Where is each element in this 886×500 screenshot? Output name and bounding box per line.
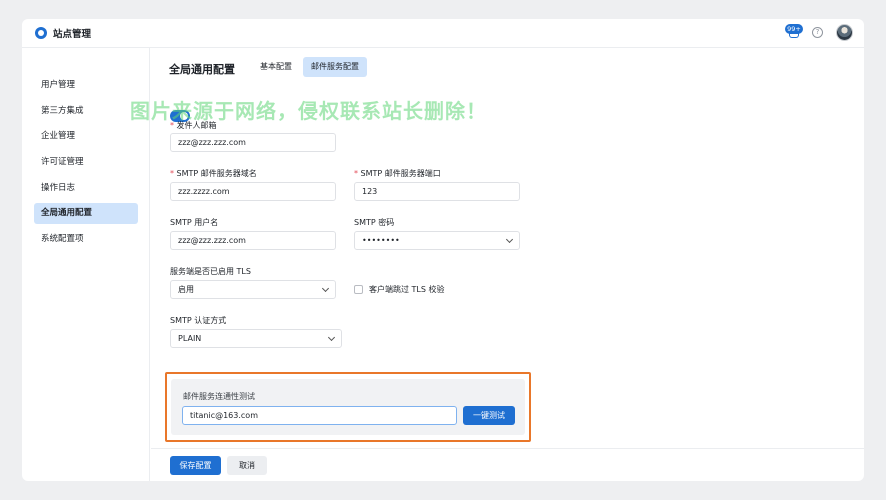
top-bar: 站点管理 99+ ? xyxy=(22,19,864,48)
smtp-user-label: SMTP 用户名 xyxy=(170,218,219,227)
tls-select-value: 启用 xyxy=(178,285,194,294)
app-window: 站点管理 99+ ? 用户管理 第三方集成 企业管理 许可证管理 操作日志 全局… xyxy=(22,19,864,481)
password-value: •••••••• xyxy=(362,236,400,245)
cancel-button[interactable]: 取消 xyxy=(227,456,267,475)
smtp-domain-input[interactable]: zzz.zzzz.com xyxy=(170,182,336,201)
sidebar-item-users[interactable]: 用户管理 xyxy=(34,75,138,96)
auth-method-label: SMTP 认证方式 xyxy=(170,316,227,325)
avatar[interactable] xyxy=(836,24,853,41)
app-title: 站点管理 xyxy=(53,29,92,40)
test-email-input[interactable]: titanic@163.com xyxy=(182,406,457,425)
sidebar-item-global-config[interactable]: 全局通用配置 xyxy=(34,203,138,224)
notification-bell-icon[interactable]: 99+ xyxy=(785,24,803,39)
form-footer: 保存配置 取消 xyxy=(151,448,864,481)
skip-tls-label: 客户端跳过 TLS 校验 xyxy=(369,285,445,294)
tls-select[interactable]: 启用 xyxy=(170,280,336,299)
auth-method-value: PLAIN xyxy=(178,334,202,343)
tab-basic-config[interactable]: 基本配置 xyxy=(252,57,300,77)
smtp-user-input[interactable]: zzz@zzz.zzz.com xyxy=(170,231,336,250)
connectivity-test-highlight: 邮件服务连通性测试 titanic@163.com 一键测试 xyxy=(165,372,531,442)
chevron-down-icon xyxy=(321,284,330,293)
tls-label: 服务端是否已启用 TLS xyxy=(170,267,251,276)
save-config-button[interactable]: 保存配置 xyxy=(170,456,221,475)
smtp-port-input[interactable]: 123 xyxy=(354,182,520,201)
test-button[interactable]: 一键测试 xyxy=(463,406,515,425)
app-logo-icon xyxy=(35,27,47,39)
chevron-down-icon xyxy=(505,235,514,244)
bell-base xyxy=(789,33,799,38)
tab-mail-config[interactable]: 邮件服务配置 xyxy=(303,57,367,77)
help-icon[interactable]: ? xyxy=(812,27,823,38)
watermark-text: 图片来源于网络，侵权联系站长删除！ xyxy=(130,99,487,123)
auth-method-select[interactable]: PLAIN xyxy=(170,329,342,348)
sender-email-input[interactable]: zzz@zzz.zzz.com xyxy=(170,133,336,152)
connectivity-test-panel: 邮件服务连通性测试 titanic@163.com 一键测试 xyxy=(171,379,525,435)
sidebar-item-license[interactable]: 许可证管理 xyxy=(34,152,138,173)
connectivity-test-title: 邮件服务连通性测试 xyxy=(183,392,255,401)
sidebar-item-enterprise[interactable]: 企业管理 xyxy=(34,126,138,147)
page-title: 全局通用配置 xyxy=(169,63,235,76)
skip-tls-checkbox[interactable] xyxy=(354,285,363,294)
smtp-password-label: SMTP 密码 xyxy=(354,218,395,227)
smtp-port-label: * SMTP 邮件服务器端口 xyxy=(354,169,441,178)
smtp-domain-label: * SMTP 邮件服务器域名 xyxy=(170,169,257,178)
sidebar-item-operation-log[interactable]: 操作日志 xyxy=(34,178,138,199)
chevron-down-icon xyxy=(327,333,336,342)
sidebar-item-system-config[interactable]: 系统配置项 xyxy=(34,229,138,250)
sidebar-item-third-party[interactable]: 第三方集成 xyxy=(34,101,138,122)
smtp-password-input[interactable]: •••••••• xyxy=(354,231,520,250)
